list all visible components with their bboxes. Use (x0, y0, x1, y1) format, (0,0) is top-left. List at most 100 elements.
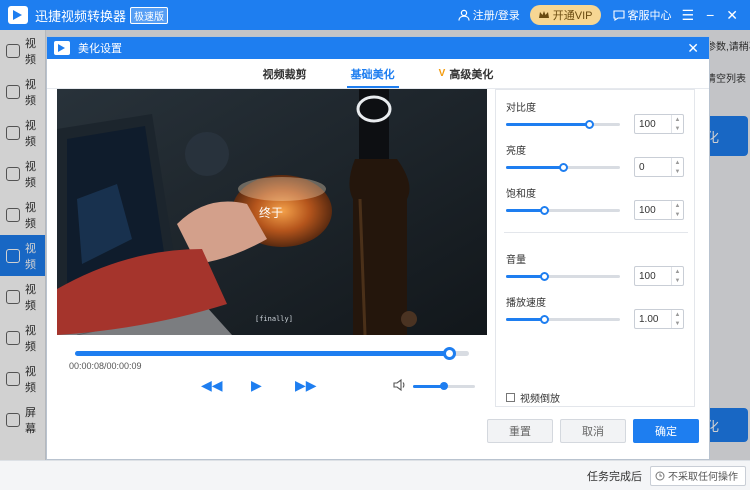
dialog-title: 美化设置 (78, 43, 122, 55)
service-link[interactable]: 客服中心 (612, 7, 672, 23)
app-titlebar: 迅捷视频转换器 极速版 注册/登录 开通VIP 客服中心 ☰ − ✕ (0, 0, 750, 30)
task-select-value: 不采取任何操作 (668, 472, 738, 483)
reset-button[interactable]: 重置 (487, 419, 553, 443)
tab-bar: 视频裁剪 基础美化 V 高级美化 (47, 59, 709, 89)
chat-bubble-icon (612, 10, 625, 21)
slider-handle[interactable] (585, 120, 595, 129)
task-complete-label: 任务完成后 (587, 470, 642, 483)
brightness-value: 0 (639, 161, 645, 173)
saturation-input[interactable]: 100 ▲ ▼ (634, 200, 684, 220)
decrement-icon[interactable]: ▼ (672, 276, 683, 285)
play-button[interactable]: ▶ (251, 377, 262, 394)
app-title: 迅捷视频转换器 (35, 8, 127, 24)
close-window-icon[interactable]: ✕ (726, 7, 738, 24)
slider-fill (506, 318, 544, 321)
login-link[interactable]: 注册/登录 (458, 7, 520, 23)
decrement-icon[interactable]: ▼ (672, 319, 683, 328)
brightness-slider[interactable] (506, 163, 620, 172)
cancel-button[interactable]: 取消 (560, 419, 626, 443)
slider-handle[interactable] (539, 206, 549, 215)
close-icon[interactable]: ✕ (687, 40, 699, 57)
service-label: 客服中心 (627, 10, 672, 22)
volume-slider[interactable] (413, 382, 475, 390)
crown-icon (538, 11, 549, 18)
speed-input[interactable]: 1.00 ▲ ▼ (634, 309, 684, 329)
vip-label: 开通VIP (552, 10, 593, 22)
vip-chevron-icon: V (438, 68, 446, 79)
app-edition-badge: 极速版 (130, 6, 169, 24)
rewind-button[interactable]: ◀◀ (201, 377, 223, 394)
clock-icon (655, 471, 665, 480)
progress-fill (75, 351, 450, 356)
decrement-icon[interactable]: ▼ (672, 167, 683, 176)
slider-fill (506, 166, 563, 169)
increment-icon[interactable]: ▲ (672, 158, 683, 167)
speed-slider[interactable] (506, 315, 620, 324)
dialog-header: 美化设置 ✕ (47, 37, 709, 59)
tab-advanced-beautify[interactable]: V 高级美化 (431, 59, 502, 88)
volume-handle[interactable] (440, 382, 448, 390)
menu-icon[interactable]: ☰ (682, 7, 695, 24)
minimize-icon[interactable]: − (706, 7, 714, 23)
saturation-slider[interactable] (506, 206, 620, 215)
video-time: 00:00:08/00:00:09 (69, 361, 142, 371)
audio-volume-slider[interactable] (506, 272, 620, 281)
vip-button[interactable]: 开通VIP (529, 5, 601, 25)
contrast-input[interactable]: 100 ▲ ▼ (634, 114, 684, 134)
dialog-logo-icon (54, 41, 70, 55)
progress-handle[interactable] (443, 347, 457, 360)
adjustment-panel: 对比度 100 ▲ ▼ 亮度 0 ▲ ▼ 饱和度 100 ▲ ▼ 音量 100 ▲ ▼ 播放速度… (495, 89, 695, 407)
volume-label: 音量 (506, 255, 526, 266)
volume-icon[interactable] (393, 378, 407, 392)
speed-value: 1.00 (639, 313, 659, 325)
tab-label: 高级美化 (449, 68, 494, 81)
contrast-setting: 对比度 100 ▲ ▼ (506, 99, 688, 134)
tab-label: 视频裁剪 (262, 68, 307, 81)
svg-text:终于: 终于 (259, 205, 283, 220)
brightness-label: 亮度 (506, 146, 526, 157)
video-frame-image: 终于 [finally] (57, 89, 487, 335)
contrast-value: 100 (639, 118, 656, 130)
volume-setting: 音量 100 ▲ ▼ (506, 251, 688, 286)
app-logo-icon (8, 6, 28, 24)
bottom-bar: 任务完成后 不采取任何操作 (0, 460, 750, 490)
increment-icon[interactable]: ▲ (672, 201, 683, 210)
brightness-setting: 亮度 0 ▲ ▼ (506, 142, 688, 177)
increment-icon[interactable]: ▲ (672, 310, 683, 319)
slider-fill (506, 209, 544, 212)
increment-icon[interactable]: ▲ (672, 267, 683, 276)
task-complete-select[interactable]: 不采取任何操作 (650, 465, 746, 486)
reverse-label: 视频倒放 (520, 394, 560, 405)
slider-handle[interactable] (559, 163, 568, 172)
speed-setting: 播放速度 1.00 ▲ ▼ (506, 294, 688, 329)
login-label: 注册/登录 (472, 10, 520, 22)
tab-basic-beautify[interactable]: 基础美化 (343, 59, 403, 88)
tab-video-crop[interactable]: 视频裁剪 (255, 59, 315, 88)
tab-label: 基础美化 (350, 68, 395, 81)
saturation-setting: 饱和度 100 ▲ ▼ (506, 185, 688, 220)
contrast-label: 对比度 (506, 103, 536, 114)
volume-input[interactable]: 100 ▲ ▼ (634, 266, 684, 286)
slider-fill (506, 123, 590, 126)
beautify-dialog: 美化设置 ✕ 视频裁剪 基础美化 V 高级美化 终于 [finally] 00:… (46, 36, 710, 460)
brightness-input[interactable]: 0 ▲ ▼ (634, 157, 684, 177)
video-caption: [finally] (255, 315, 293, 323)
volume-value: 100 (639, 270, 656, 282)
video-progress-bar[interactable] (75, 347, 469, 360)
user-icon (458, 9, 470, 21)
reverse-video-option[interactable]: 视频倒放 (506, 390, 560, 405)
decrement-icon[interactable]: ▼ (672, 210, 683, 219)
forward-button[interactable]: ▶▶ (295, 377, 317, 394)
video-preview[interactable]: 终于 [finally] (57, 89, 487, 335)
saturation-label: 饱和度 (506, 189, 536, 200)
contrast-slider[interactable] (506, 120, 620, 129)
slider-handle[interactable] (539, 272, 549, 281)
decrement-icon[interactable]: ▼ (672, 124, 683, 133)
reverse-checkbox[interactable] (506, 393, 515, 402)
divider (504, 232, 688, 233)
saturation-value: 100 (639, 204, 656, 216)
slider-handle[interactable] (539, 315, 549, 324)
increment-icon[interactable]: ▲ (672, 115, 683, 124)
speed-label: 播放速度 (506, 298, 546, 309)
confirm-button[interactable]: 确定 (633, 419, 699, 443)
